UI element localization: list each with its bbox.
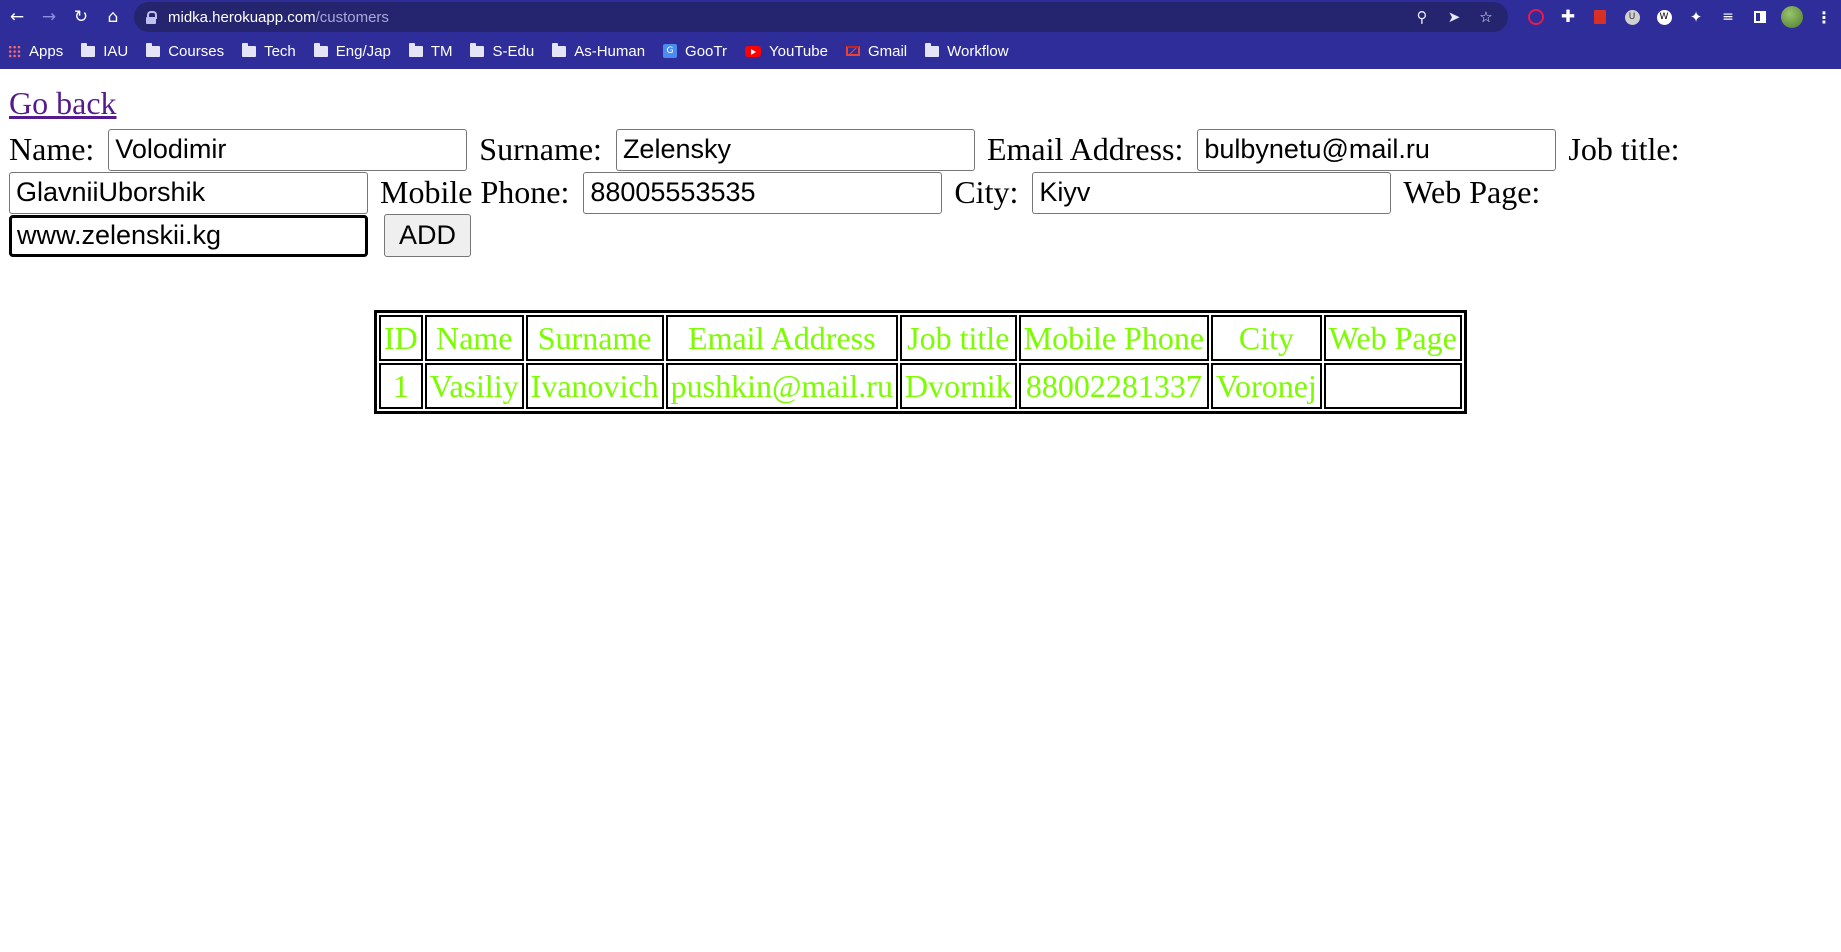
gmail-icon — [845, 46, 860, 56]
menu-kebab-icon[interactable]: ⋮ — [1808, 8, 1840, 27]
folder-icon — [925, 42, 940, 57]
go-back-link[interactable]: Go back — [9, 82, 117, 125]
form-row-1: Name: Surname: Email Address: Job title: — [9, 125, 1689, 171]
customers-table-wrapper: ID Name Surname Email Address Job title … — [374, 310, 1467, 414]
back-arrow-icon[interactable]: ← — [2, 2, 32, 32]
bookmark-eng-jap[interactable]: Eng/Jap — [313, 42, 391, 60]
surname-label: Surname: — [479, 131, 602, 168]
cell-name: Vasiliy — [424, 363, 524, 409]
bookmark-tm[interactable]: TM — [408, 42, 452, 60]
bookmark-youtube[interactable]: YouTube — [745, 43, 828, 60]
mobile-phone-label: Mobile Phone: — [380, 174, 570, 211]
cell-email: pushkin@mail.ru — [665, 363, 898, 409]
form-row-3: ADD — [9, 211, 1689, 258]
address-bar[interactable]: midka.herokuapp.com/customers ⚲ ➤ ☆ — [134, 2, 1508, 32]
cell-surname: Ivanovich — [525, 363, 664, 409]
apps-grid-icon — [8, 44, 21, 58]
browser-chrome: ← → ↻ ⌂ midka.herokuapp.com/customers ⚲ … — [0, 0, 1841, 69]
email-label: Email Address: — [986, 131, 1184, 168]
bookmark-iau[interactable]: IAU — [81, 42, 128, 60]
header-surname: Surname — [525, 315, 664, 361]
folder-icon — [81, 42, 96, 57]
web-page-label: Web Page: — [1403, 174, 1541, 211]
bookmark-s-edu[interactable]: S-Edu — [470, 42, 534, 60]
u-extension-icon[interactable]: U — [1616, 9, 1648, 25]
header-web-page: Web Page — [1323, 315, 1462, 361]
cell-mobile-phone: 88002281337 — [1018, 363, 1210, 409]
bookmark-gootr[interactable]: G GooTr — [663, 43, 727, 60]
mobile-phone-input[interactable] — [583, 171, 943, 214]
table-header-row: ID Name Surname Email Address Job title … — [379, 315, 1462, 361]
cell-city: Voronej — [1211, 363, 1322, 409]
puzzle-extensions-icon[interactable]: ✦ — [1680, 8, 1712, 26]
bookmark-as-human[interactable]: As-Human — [552, 42, 645, 60]
web-page-input[interactable] — [9, 214, 368, 257]
folder-icon — [470, 42, 485, 57]
job-title-label: Job title: — [1568, 131, 1680, 168]
profile-avatar[interactable] — [1776, 6, 1808, 28]
bookmarks-bar: Apps IAU Courses Tech Eng/Jap TM S-Edu A… — [0, 34, 1841, 68]
zoom-icon[interactable]: ⚲ — [1406, 8, 1438, 26]
city-label: City: — [954, 174, 1019, 211]
name-input[interactable] — [108, 128, 468, 171]
bookmark-workflow[interactable]: Workflow — [925, 42, 1009, 60]
cell-web-page — [1323, 363, 1462, 409]
email-input[interactable] — [1197, 128, 1557, 171]
header-city: City — [1211, 315, 1322, 361]
cell-id: 1 — [379, 363, 423, 409]
city-input[interactable] — [1032, 171, 1392, 214]
home-icon[interactable]: ⌂ — [98, 2, 128, 32]
w-extension-icon[interactable]: W — [1648, 9, 1680, 25]
table-row: 1 Vasiliy Ivanovich pushkin@mail.ru Dvor… — [379, 363, 1462, 409]
name-label: Name: — [9, 131, 95, 168]
header-mobile-phone: Mobile Phone — [1018, 315, 1210, 361]
folder-icon — [408, 42, 423, 57]
plus-extension-icon[interactable]: ✚ — [1552, 7, 1584, 27]
job-title-input[interactable] — [9, 171, 368, 214]
folder-icon — [313, 42, 328, 57]
google-translate-icon: G — [663, 44, 678, 58]
header-id: ID — [379, 315, 423, 361]
lock-icon — [146, 11, 157, 24]
reading-list-icon[interactable]: ≡ — [1712, 9, 1744, 25]
bookmark-tech[interactable]: Tech — [242, 42, 296, 60]
forward-arrow-icon[interactable]: → — [34, 2, 64, 32]
customers-table: ID Name Surname Email Address Job title … — [374, 310, 1467, 414]
side-panel-icon[interactable] — [1744, 11, 1776, 23]
target-extension-icon[interactable] — [1520, 9, 1552, 25]
cell-job-title: Dvornik — [899, 363, 1017, 409]
bookmark-star-icon[interactable]: ☆ — [1470, 8, 1502, 26]
header-job-title: Job title — [899, 315, 1017, 361]
folder-icon — [552, 42, 567, 57]
bookmark-courses[interactable]: Courses — [146, 42, 224, 60]
book-extension-icon[interactable] — [1584, 10, 1616, 24]
url-path: /customers — [315, 8, 389, 26]
add-button[interactable]: ADD — [384, 214, 472, 258]
header-name: Name — [424, 315, 524, 361]
extensions-area: ✚ U W ✦ ≡ ⋮ — [1520, 2, 1840, 32]
send-icon[interactable]: ➤ — [1438, 8, 1470, 26]
surname-input[interactable] — [615, 128, 975, 171]
youtube-icon — [745, 45, 761, 57]
folder-icon — [242, 42, 257, 57]
reload-icon[interactable]: ↻ — [66, 2, 96, 32]
form-row-2: Mobile Phone: City: Web Page: — [9, 168, 1689, 214]
url-host: midka.herokuapp.com — [168, 8, 316, 26]
browser-toolbar: ← → ↻ ⌂ midka.herokuapp.com/customers ⚲ … — [0, 0, 1841, 34]
header-email: Email Address — [665, 315, 898, 361]
page-content: Go back Name: Surname: Email Address: Jo… — [9, 82, 1689, 258]
folder-icon — [146, 42, 161, 57]
bookmark-gmail[interactable]: Gmail — [845, 43, 907, 60]
bookmark-apps[interactable]: Apps — [8, 43, 63, 60]
